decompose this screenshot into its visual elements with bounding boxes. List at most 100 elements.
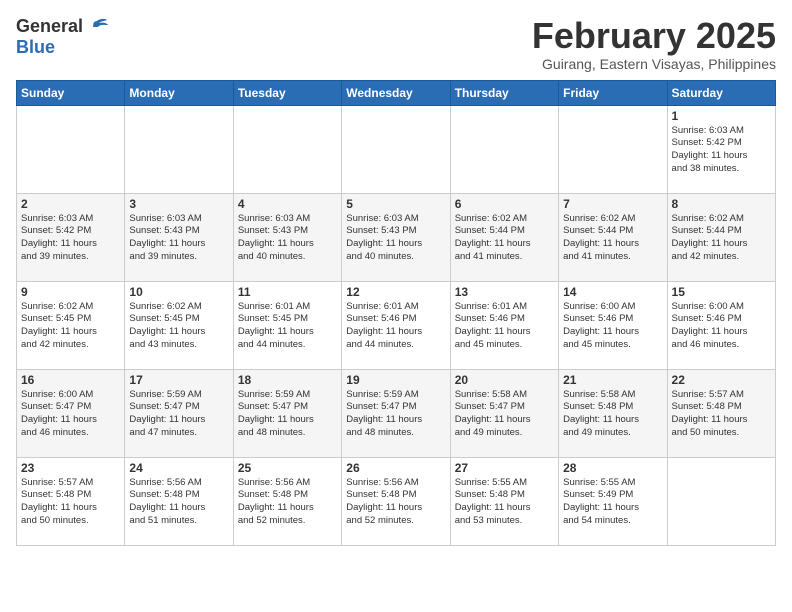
calendar-cell: 12 Sunrise: 6:01 AMSunset: 5:46 PMDayligh… xyxy=(342,281,450,369)
day-number: 24 xyxy=(129,461,228,475)
calendar-cell: 13 Sunrise: 6:01 AMSunset: 5:46 PMDayligh… xyxy=(450,281,558,369)
calendar-cell: 9 Sunrise: 6:02 AMSunset: 5:45 PMDaylight… xyxy=(17,281,125,369)
month-title: February 2025 xyxy=(532,16,776,56)
calendar-cell xyxy=(17,105,125,193)
day-info: Sunrise: 6:00 AMSunset: 5:46 PMDaylight:… xyxy=(672,301,771,352)
day-info: Sunrise: 6:03 AMSunset: 5:43 PMDaylight:… xyxy=(238,213,337,264)
calendar-cell: 15 Sunrise: 6:00 AMSunset: 5:46 PMDayligh… xyxy=(667,281,775,369)
weekday-header-friday: Friday xyxy=(559,80,667,105)
calendar-cell: 26 Sunrise: 5:56 AMSunset: 5:48 PMDayligh… xyxy=(342,457,450,545)
week-row-1: 1Sunrise: 6:03 AMSunset: 5:42 PMDaylight… xyxy=(17,105,776,193)
day-info: Sunrise: 6:00 AMSunset: 5:47 PMDaylight:… xyxy=(21,389,120,440)
day-number: 18 xyxy=(238,373,337,387)
calendar-cell: 6 Sunrise: 6:02 AMSunset: 5:44 PMDaylight… xyxy=(450,193,558,281)
calendar-cell: 21Sunrise: 5:58 AMSunset: 5:48 PMDayligh… xyxy=(559,369,667,457)
day-info: Sunrise: 6:02 AMSunset: 5:45 PMDaylight:… xyxy=(21,301,120,352)
weekday-header-monday: Monday xyxy=(125,80,233,105)
day-number: 26 xyxy=(346,461,445,475)
logo-general-text: General xyxy=(16,16,83,37)
day-info: Sunrise: 5:55 AMSunset: 5:49 PMDaylight:… xyxy=(563,477,662,528)
week-row-4: 16 Sunrise: 6:00 AMSunset: 5:47 PMDayligh… xyxy=(17,369,776,457)
day-number: 28 xyxy=(563,461,662,475)
calendar-cell: 23Sunrise: 5:57 AMSunset: 5:48 PMDayligh… xyxy=(17,457,125,545)
calendar-cell: 16 Sunrise: 6:00 AMSunset: 5:47 PMDayligh… xyxy=(17,369,125,457)
weekday-header-wednesday: Wednesday xyxy=(342,80,450,105)
day-info: Sunrise: 5:59 AMSunset: 5:47 PMDaylight:… xyxy=(346,389,445,440)
day-info: Sunrise: 6:03 AMSunset: 5:43 PMDaylight:… xyxy=(346,213,445,264)
weekday-header-row: SundayMondayTuesdayWednesdayThursdayFrid… xyxy=(17,80,776,105)
calendar-table: SundayMondayTuesdayWednesdayThursdayFrid… xyxy=(16,80,776,546)
calendar-cell xyxy=(559,105,667,193)
day-number: 2 xyxy=(21,197,120,211)
day-number: 16 xyxy=(21,373,120,387)
day-info: Sunrise: 5:56 AMSunset: 5:48 PMDaylight:… xyxy=(346,477,445,528)
day-info: Sunrise: 6:01 AMSunset: 5:46 PMDaylight:… xyxy=(455,301,554,352)
calendar-cell: 27 Sunrise: 5:55 AMSunset: 5:48 PMDayligh… xyxy=(450,457,558,545)
calendar-cell: 24 Sunrise: 5:56 AMSunset: 5:48 PMDayligh… xyxy=(125,457,233,545)
calendar-cell xyxy=(125,105,233,193)
day-info: Sunrise: 6:01 AMSunset: 5:45 PMDaylight:… xyxy=(238,301,337,352)
day-info: Sunrise: 5:57 AMSunset: 5:48 PMDaylight:… xyxy=(21,477,120,528)
day-info: Sunrise: 5:59 AMSunset: 5:47 PMDaylight:… xyxy=(238,389,337,440)
day-number: 5 xyxy=(346,197,445,211)
day-number: 17 xyxy=(129,373,228,387)
calendar-cell: 10 Sunrise: 6:02 AMSunset: 5:45 PMDayligh… xyxy=(125,281,233,369)
day-number: 1 xyxy=(672,109,771,123)
calendar-cell: 14Sunrise: 6:00 AMSunset: 5:46 PMDayligh… xyxy=(559,281,667,369)
calendar-cell: 2 Sunrise: 6:03 AMSunset: 5:42 PMDaylight… xyxy=(17,193,125,281)
calendar-cell: 18 Sunrise: 5:59 AMSunset: 5:47 PMDayligh… xyxy=(233,369,341,457)
day-number: 10 xyxy=(129,285,228,299)
day-number: 27 xyxy=(455,461,554,475)
page-header: General Blue February 2025 Guirang, East… xyxy=(16,16,776,72)
weekday-header-saturday: Saturday xyxy=(667,80,775,105)
day-info: Sunrise: 5:55 AMSunset: 5:48 PMDaylight:… xyxy=(455,477,554,528)
calendar-cell: 4 Sunrise: 6:03 AMSunset: 5:43 PMDaylight… xyxy=(233,193,341,281)
calendar-cell: 19 Sunrise: 5:59 AMSunset: 5:47 PMDayligh… xyxy=(342,369,450,457)
day-number: 4 xyxy=(238,197,337,211)
day-number: 12 xyxy=(346,285,445,299)
day-number: 15 xyxy=(672,285,771,299)
week-row-3: 9 Sunrise: 6:02 AMSunset: 5:45 PMDaylight… xyxy=(17,281,776,369)
day-info: Sunrise: 5:58 AMSunset: 5:47 PMDaylight:… xyxy=(455,389,554,440)
week-row-2: 2 Sunrise: 6:03 AMSunset: 5:42 PMDaylight… xyxy=(17,193,776,281)
calendar-cell: 17 Sunrise: 5:59 AMSunset: 5:47 PMDayligh… xyxy=(125,369,233,457)
weekday-header-thursday: Thursday xyxy=(450,80,558,105)
day-info: Sunrise: 6:02 AMSunset: 5:44 PMDaylight:… xyxy=(455,213,554,264)
day-number: 22 xyxy=(672,373,771,387)
calendar-cell xyxy=(342,105,450,193)
calendar-cell: 11 Sunrise: 6:01 AMSunset: 5:45 PMDayligh… xyxy=(233,281,341,369)
day-info: Sunrise: 6:03 AMSunset: 5:43 PMDaylight:… xyxy=(129,213,228,264)
day-number: 19 xyxy=(346,373,445,387)
title-block: February 2025 Guirang, Eastern Visayas, … xyxy=(532,16,776,72)
day-info: Sunrise: 6:02 AMSunset: 5:44 PMDaylight:… xyxy=(672,213,771,264)
calendar-cell: 22 Sunrise: 5:57 AMSunset: 5:48 PMDayligh… xyxy=(667,369,775,457)
day-number: 9 xyxy=(21,285,120,299)
logo-bird-icon xyxy=(85,17,109,37)
calendar-cell: 20 Sunrise: 5:58 AMSunset: 5:47 PMDayligh… xyxy=(450,369,558,457)
location-subtitle: Guirang, Eastern Visayas, Philippines xyxy=(532,56,776,72)
day-number: 13 xyxy=(455,285,554,299)
calendar-cell: 28 Sunrise: 5:55 AMSunset: 5:49 PMDayligh… xyxy=(559,457,667,545)
day-number: 21 xyxy=(563,373,662,387)
day-number: 3 xyxy=(129,197,228,211)
day-info: Sunrise: 5:59 AMSunset: 5:47 PMDaylight:… xyxy=(129,389,228,440)
day-number: 7 xyxy=(563,197,662,211)
calendar-cell xyxy=(450,105,558,193)
day-info: Sunrise: 6:02 AMSunset: 5:45 PMDaylight:… xyxy=(129,301,228,352)
logo-blue-text: Blue xyxy=(16,37,55,58)
calendar-cell: 3 Sunrise: 6:03 AMSunset: 5:43 PMDaylight… xyxy=(125,193,233,281)
day-info: Sunrise: 5:57 AMSunset: 5:48 PMDaylight:… xyxy=(672,389,771,440)
logo: General Blue xyxy=(16,16,109,58)
calendar-cell xyxy=(233,105,341,193)
calendar-cell: 7Sunrise: 6:02 AMSunset: 5:44 PMDaylight… xyxy=(559,193,667,281)
day-info: Sunrise: 6:03 AMSunset: 5:42 PMDaylight:… xyxy=(21,213,120,264)
day-number: 20 xyxy=(455,373,554,387)
day-info: Sunrise: 5:56 AMSunset: 5:48 PMDaylight:… xyxy=(238,477,337,528)
day-number: 25 xyxy=(238,461,337,475)
calendar-cell: 8Sunrise: 6:02 AMSunset: 5:44 PMDaylight… xyxy=(667,193,775,281)
day-number: 6 xyxy=(455,197,554,211)
week-row-5: 23Sunrise: 5:57 AMSunset: 5:48 PMDayligh… xyxy=(17,457,776,545)
day-number: 11 xyxy=(238,285,337,299)
day-info: Sunrise: 6:01 AMSunset: 5:46 PMDaylight:… xyxy=(346,301,445,352)
day-info: Sunrise: 5:56 AMSunset: 5:48 PMDaylight:… xyxy=(129,477,228,528)
